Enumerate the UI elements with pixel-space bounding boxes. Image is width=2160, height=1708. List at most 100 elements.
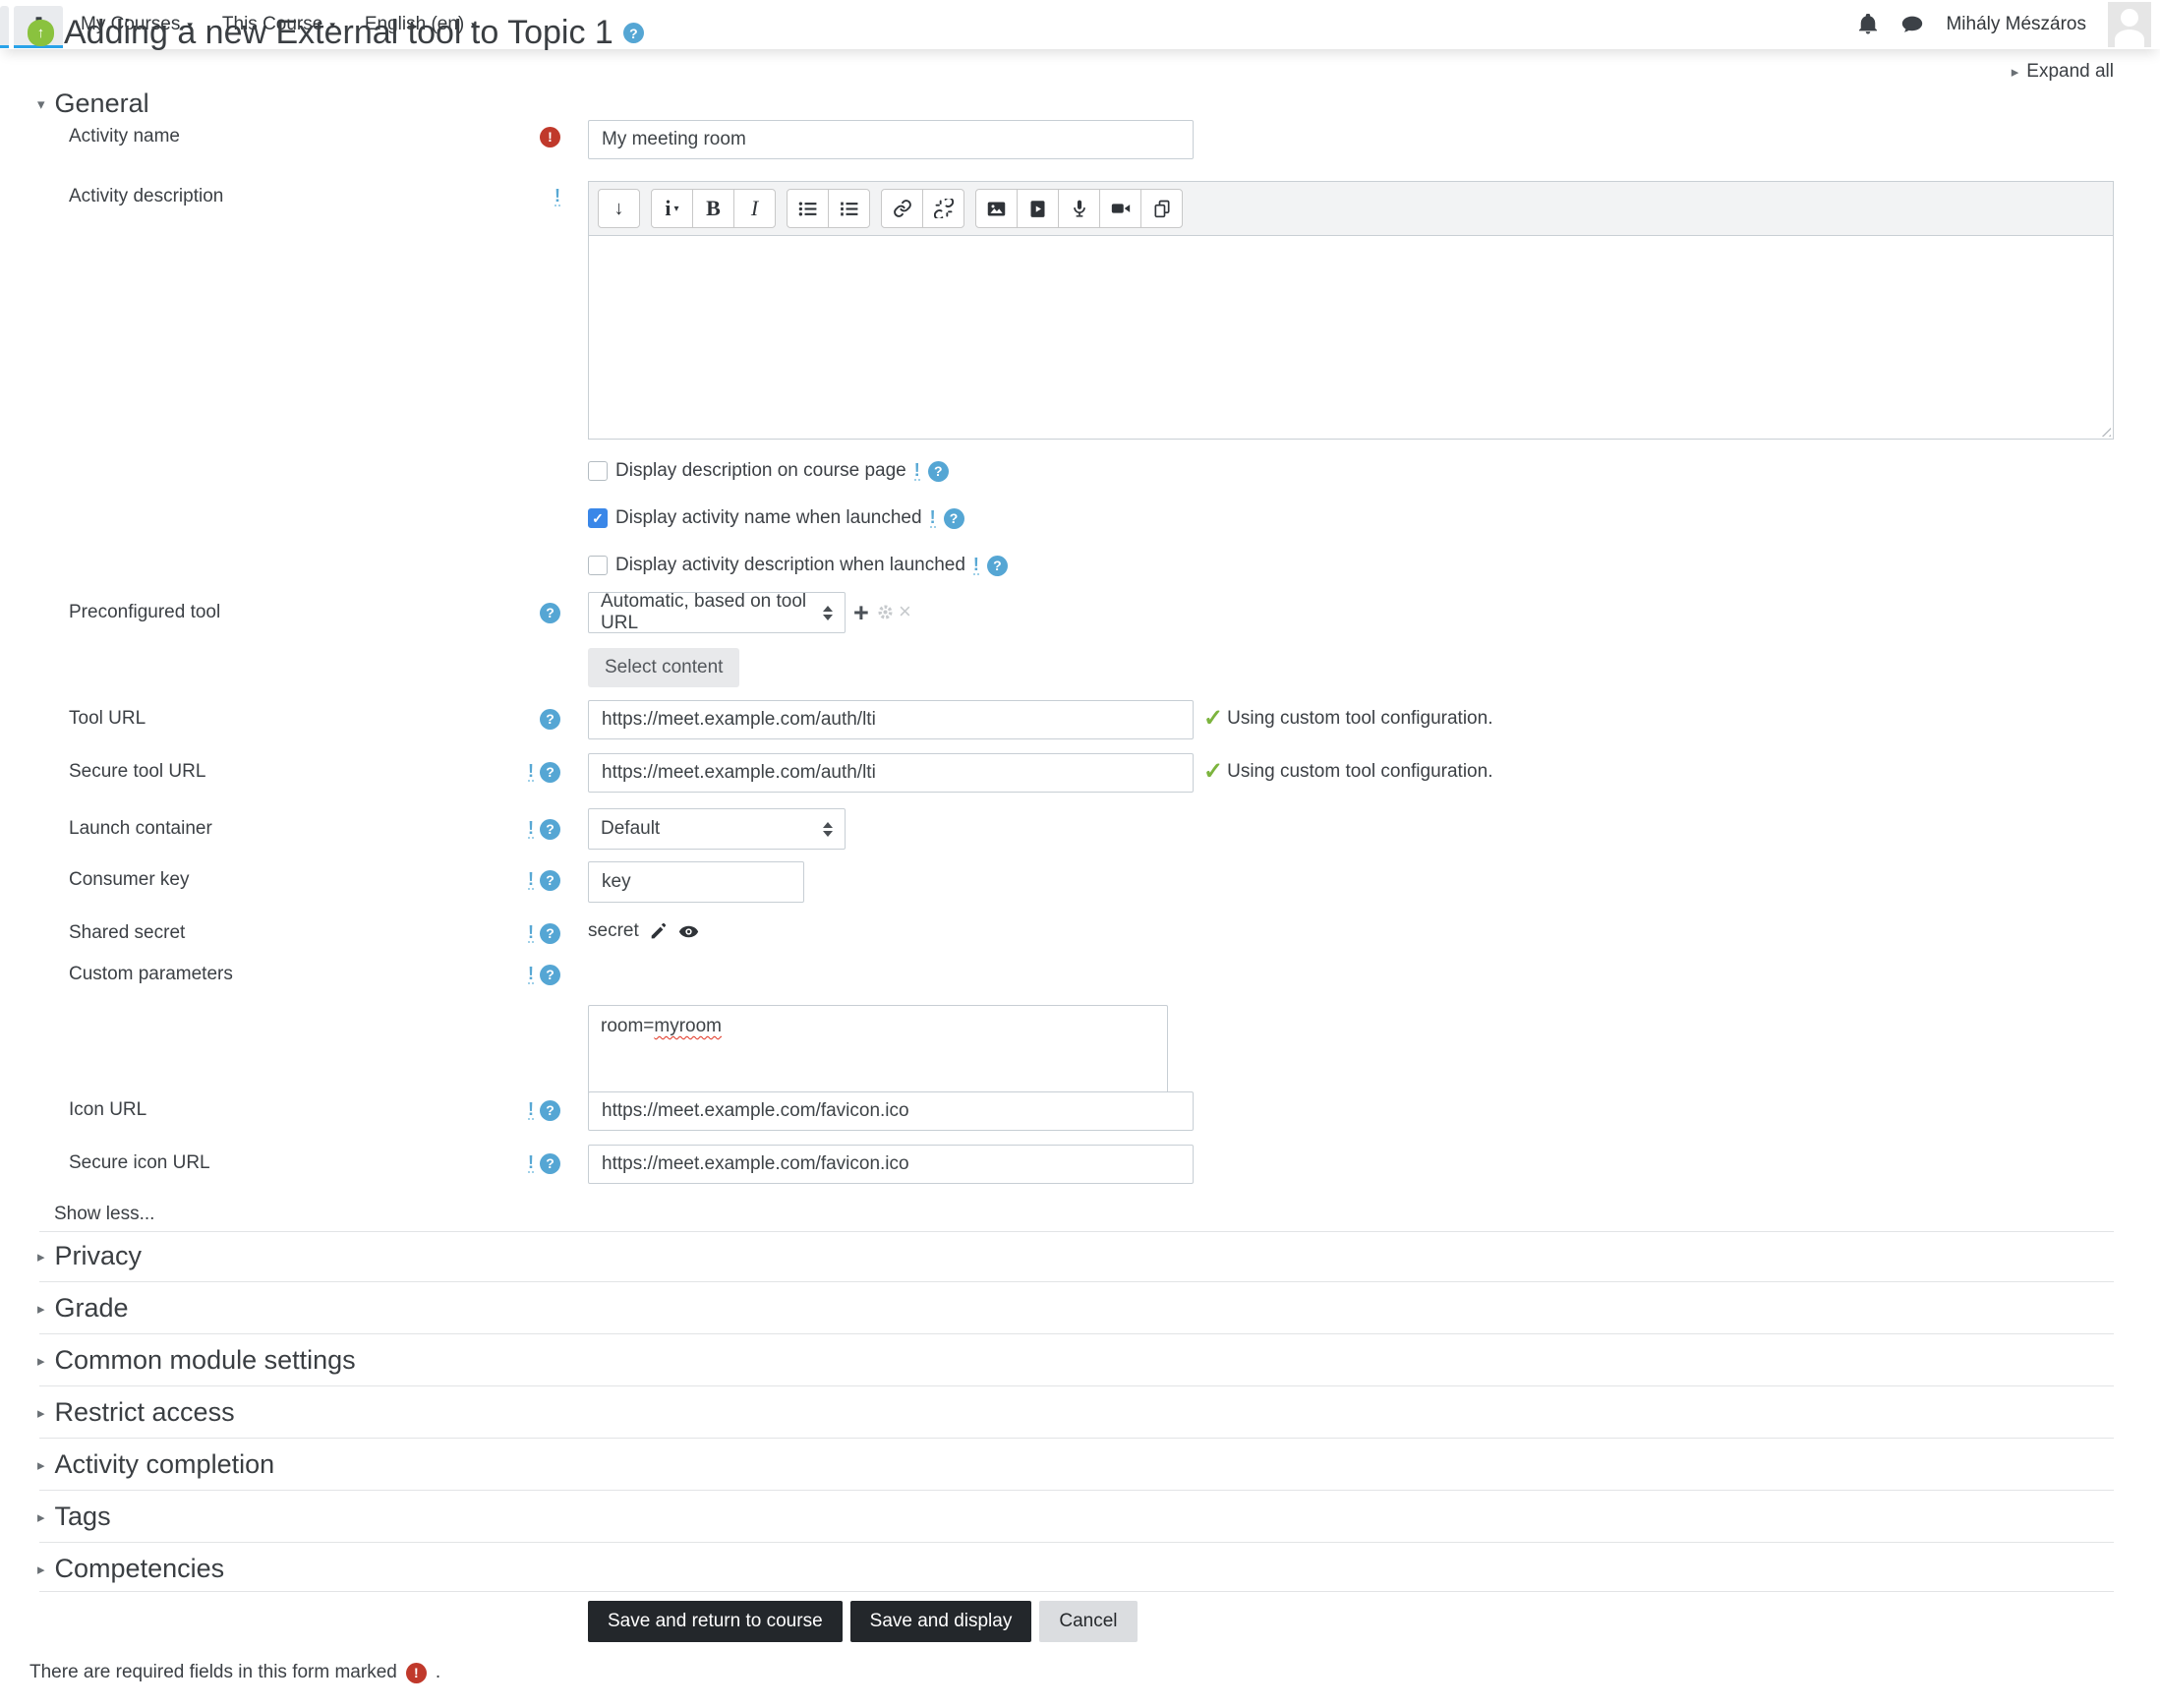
shared-secret-row: Shared secret !? <box>69 922 560 944</box>
user-name[interactable]: Mihály Mészáros <box>1946 14 2086 35</box>
record-video-button[interactable] <box>1099 189 1141 228</box>
preconfigured-tool-value: Automatic, based on tool URL <box>601 591 807 633</box>
section-activity-completion-header[interactable]: ▸ Activity completion <box>37 1449 274 1480</box>
secure-icon-url-input[interactable] <box>588 1145 1194 1184</box>
save-and-return-button[interactable]: Save and return to course <box>588 1601 843 1642</box>
bold-button[interactable]: B <box>692 189 734 228</box>
preconfigured-tool-row: Preconfigured tool ? <box>69 602 560 623</box>
unlink-button[interactable] <box>922 189 964 228</box>
insert-media-button[interactable] <box>1017 189 1059 228</box>
chevron-right-icon: ▸ <box>37 1248 45 1266</box>
resize-handle[interactable] <box>2097 423 2111 437</box>
help-icon[interactable]: ? <box>943 507 964 529</box>
check-icon: ✓ <box>1203 705 1224 732</box>
help-icon[interactable]: ? <box>986 555 1008 576</box>
secure-tool-url-row: Secure tool URL !? <box>69 761 560 783</box>
insert-image-button[interactable] <box>975 189 1018 228</box>
bold-icon: B <box>706 196 721 220</box>
help-icon[interactable]: ? <box>540 708 560 730</box>
divider <box>39 1542 2114 1543</box>
divider <box>39 1385 2114 1386</box>
display-activity-description-label[interactable]: Display activity description when launch… <box>615 555 965 576</box>
select-content-button[interactable]: Select content <box>588 648 740 687</box>
unordered-list-button[interactable] <box>787 189 829 228</box>
show-less-link[interactable]: Show less... <box>54 1204 154 1225</box>
section-competencies-header[interactable]: ▸ Competencies <box>37 1554 224 1584</box>
image-icon <box>987 202 1006 215</box>
secure-tool-url-input[interactable] <box>588 753 1194 793</box>
tool-url-status-text: Using custom tool configuration. <box>1227 708 1493 729</box>
consumer-key-row: Consumer key !? <box>69 869 560 891</box>
custom-parameters-row: Custom parameters !? <box>69 964 560 985</box>
display-name-label[interactable]: Display activity name when launched <box>615 507 922 529</box>
icon-url-input[interactable] <box>588 1091 1194 1131</box>
section-general-header[interactable]: ▾ General <box>37 88 149 119</box>
secure-tool-url-status: ✓ Using custom tool configuration. <box>1203 760 1492 784</box>
tool-url-input[interactable] <box>588 700 1194 739</box>
custom-parameters-misspelled: myroom <box>654 1016 723 1036</box>
section-grade-header[interactable]: ▸ Grade <box>37 1293 129 1324</box>
launch-container-select[interactable]: Default <box>588 808 846 850</box>
advanced-icon: ! <box>555 186 560 206</box>
manage-files-button[interactable] <box>1140 189 1183 228</box>
section-privacy-header[interactable]: ▸ Privacy <box>37 1241 142 1271</box>
external-tool-icon: ↑ <box>28 20 54 46</box>
advanced-icon: ! <box>528 869 534 890</box>
consumer-key-input[interactable] <box>588 861 804 903</box>
ordered-list-icon <box>841 202 858 215</box>
toolbar-collapse-button[interactable]: ↓ <box>598 189 640 228</box>
display-name-checkbox[interactable]: ✓ <box>588 508 608 528</box>
help-icon[interactable]: ? <box>540 1152 560 1174</box>
messages-button[interactable] <box>1900 13 1924 36</box>
microphone-icon <box>1073 200 1085 217</box>
ordered-list-button[interactable] <box>828 189 870 228</box>
help-icon[interactable]: ? <box>927 460 949 482</box>
display-activity-description-checkbox[interactable] <box>588 556 608 575</box>
section-tags-header[interactable]: ▸ Tags <box>37 1502 111 1532</box>
advanced-icon: ! <box>528 964 534 984</box>
help-icon[interactable]: ? <box>540 964 560 985</box>
help-icon[interactable]: ? <box>540 869 560 891</box>
help-icon[interactable]: ? <box>540 922 560 944</box>
divider <box>39 1438 2114 1439</box>
help-icon[interactable]: ? <box>540 602 560 623</box>
description-textarea[interactable] <box>589 236 2113 439</box>
expand-all-link[interactable]: ▸ Expand all <box>2012 61 2114 83</box>
chevron-down-icon: ▾ <box>37 95 45 113</box>
preconfigured-tool-select[interactable]: Automatic, based on tool URL <box>588 591 846 633</box>
chevron-right-icon: ▸ <box>37 1352 45 1370</box>
preconfigured-tool-label: Preconfigured tool <box>69 602 221 622</box>
section-title: Restrict access <box>54 1397 235 1427</box>
display-description-label[interactable]: Display description on course page <box>615 460 906 482</box>
media-file-icon <box>1030 200 1045 217</box>
show-secret-button[interactable] <box>678 921 699 942</box>
cancel-button[interactable]: Cancel <box>1039 1601 1138 1642</box>
help-icon[interactable]: ? <box>540 761 560 783</box>
section-common-module-header[interactable]: ▸ Common module settings <box>37 1345 356 1376</box>
edit-secret-button[interactable] <box>650 922 668 940</box>
user-avatar[interactable] <box>2108 2 2151 47</box>
italic-button[interactable]: I <box>733 189 776 228</box>
required-icon: ! <box>405 1662 427 1683</box>
paragraph-style-button[interactable]: i ▾ <box>651 189 693 228</box>
navbar-edge-tab[interactable] <box>0 5 9 48</box>
add-tool-icon[interactable]: + <box>853 600 869 626</box>
divider <box>39 1490 2114 1491</box>
files-icon <box>1154 200 1169 218</box>
help-icon[interactable]: ? <box>540 1099 560 1121</box>
pencil-icon <box>651 922 666 939</box>
help-icon[interactable]: ? <box>540 818 560 840</box>
title-help-icon[interactable]: ? <box>622 23 644 43</box>
notifications-button[interactable] <box>1857 14 1879 35</box>
display-description-checkbox[interactable] <box>588 461 608 481</box>
custom-parameters-label: Custom parameters <box>69 964 233 984</box>
edit-tool-gear-icon[interactable] <box>877 604 894 620</box>
save-and-display-button[interactable]: Save and display <box>849 1601 1032 1642</box>
link-button[interactable] <box>881 189 923 228</box>
delete-tool-icon[interactable]: × <box>899 601 911 622</box>
activity-name-input[interactable] <box>588 120 1194 159</box>
section-restrict-access-header[interactable]: ▸ Restrict access <box>37 1397 235 1428</box>
record-audio-button[interactable] <box>1058 189 1100 228</box>
advanced-icon: ! <box>972 555 979 575</box>
advanced-icon: ! <box>528 922 534 943</box>
